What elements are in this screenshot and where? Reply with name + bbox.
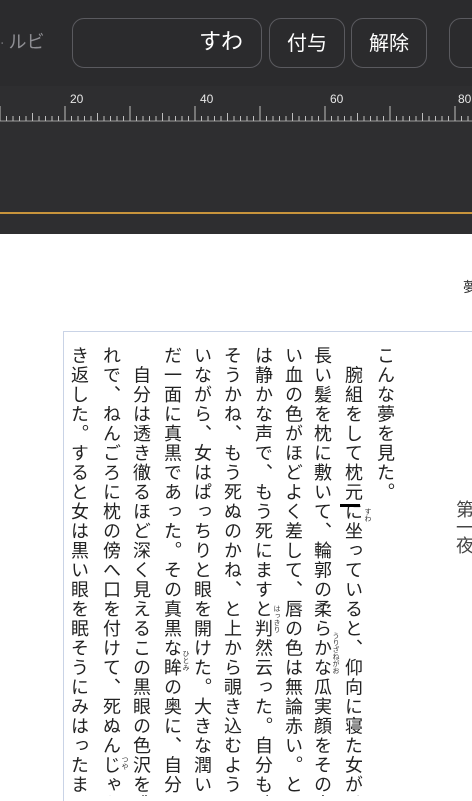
text-column-3[interactable]: 長い髪を枕に敷いて、輪郭の柔らかな瓜実顔をその中 [309, 346, 333, 796]
ruby-suwa: すわ [364, 508, 372, 522]
apply-ruby-button[interactable]: 付与 [269, 18, 345, 68]
ruby-urizanegao: うりざねがお [332, 632, 340, 674]
separator-icon: · [0, 36, 5, 52]
ruler-bottom-panel [0, 214, 472, 234]
ruler-label-20: 20 [70, 92, 84, 106]
more-button[interactable] [449, 18, 472, 68]
text-column-7[interactable]: いながら、女はぱっちりと眼を開けた。大きな潤いの [189, 346, 213, 796]
ruby-tsuya: つや [121, 756, 129, 770]
clear-ruby-button[interactable]: 解除 [351, 18, 427, 68]
text-column-10[interactable]: れで、ねんごろに枕の傍へ口を付けて、死ぬんじゃな [98, 346, 122, 796]
ruby-hitomi: ひとみ [182, 650, 190, 671]
ruler-label-60: 60 [330, 92, 344, 106]
ruby-label-text: ルビ [8, 32, 45, 53]
ruby-label: · ルビ [0, 28, 44, 58]
ruler-label-40: 40 [200, 92, 214, 106]
text-column-1[interactable]: こんな夢を見た。 [372, 346, 396, 796]
page-title-fragment: 夢 [463, 280, 472, 296]
text-column-11[interactable]: き返した。すると女は黒い眼を眠そうにみはったまま [66, 346, 90, 796]
text-column-4[interactable]: い血の色がほどよく差して、唇の色は無論赤い。とう [280, 346, 304, 796]
chapter-title: 第一夜 [453, 500, 472, 554]
text-column-9[interactable]: 自分は透き徹るほど深く見えるこの黒眼の色沢を眺 [128, 346, 152, 797]
text-column-6[interactable]: そうかね、もう死ぬのかね、と上から覗き込むように [219, 346, 243, 796]
text-column-2[interactable]: 腕組をして枕元に坐っていると、仰向に寝た女が、 [340, 346, 364, 797]
selection-cursor [340, 504, 360, 507]
text-column-8[interactable]: だ一面に真黒であった。その真黒な眸の奥に、自分の [159, 346, 183, 796]
ruby-hakkiri: はっきり [273, 605, 281, 633]
ruler[interactable]: 20 40 60 80 [0, 86, 472, 214]
ruby-toolbar: · ルビ すわ 付与 解除 [0, 0, 472, 86]
ruler-label-80: 80 [458, 92, 472, 106]
text-column-5[interactable]: は静かな声で、もう死にますと判然云った。自分も確 [250, 346, 274, 796]
ruby-input[interactable]: すわ [72, 18, 262, 68]
